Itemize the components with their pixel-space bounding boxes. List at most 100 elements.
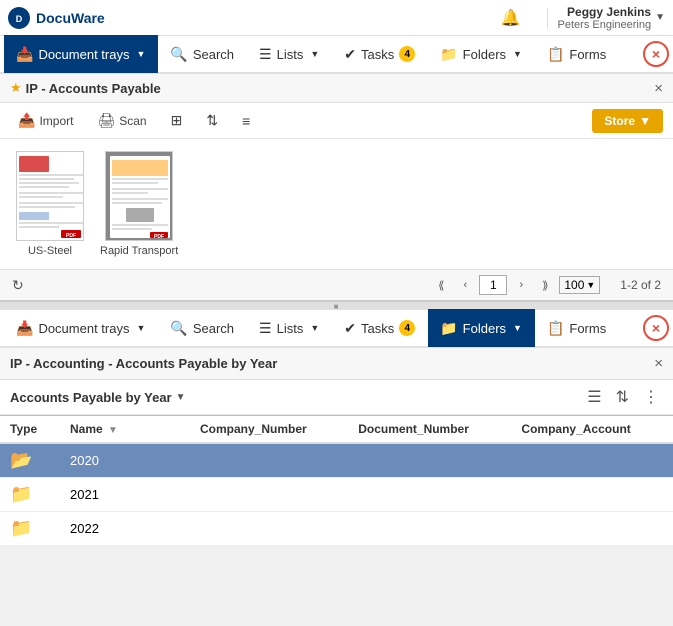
folder-table: Type Name ▼ Company_Number Document_Numb… (0, 416, 673, 546)
nav-item-doc-trays-2[interactable]: 📥 Document trays ▼ (4, 309, 158, 347)
nav-label-folders: Folders (463, 47, 506, 62)
nav-item-tasks[interactable]: ✔ Tasks 4 (332, 35, 428, 73)
col-header-name[interactable]: Name ▼ (60, 416, 190, 443)
list-view-button[interactable]: ☰ (583, 385, 605, 409)
page-count: 1-2 of 2 (620, 278, 661, 292)
doc-trays-2-chevron-icon: ▼ (136, 323, 145, 333)
import-icon: 📤 (18, 112, 35, 129)
folders-2-chevron-icon: ▼ (513, 323, 522, 333)
table-row[interactable]: 📁 2021 (0, 478, 673, 512)
grid-icon: ⊞ (171, 112, 183, 129)
nav-item-forms-2[interactable]: 📋 Forms (535, 309, 619, 347)
row-type-2022: 📁 (0, 512, 60, 546)
forms-2-icon: 📋 (547, 320, 564, 337)
pagination-nav: ⟪ ‹ 1 › ⟫ 100 ▼ (431, 275, 600, 295)
folder-open-icon: 📂 (10, 450, 32, 470)
nav-label-lists-2: Lists (277, 321, 304, 336)
nav-bar-2-close-button[interactable]: × (643, 315, 669, 341)
doc-trays-2-icon: 📥 (16, 320, 33, 337)
panel-1-toolbar: 📤 Import 🖨 Scan ⊞ ⇅ ≡ Store ▼ (0, 103, 673, 139)
tasks-2-icon: ✔ (344, 320, 356, 337)
nav-item-forms[interactable]: 📋 Forms (535, 35, 619, 73)
current-page-input[interactable]: 1 (479, 275, 507, 295)
nav-label-tasks: Tasks (361, 47, 394, 62)
nav-label-tasks-2: Tasks (361, 321, 394, 336)
table-row[interactable]: 📂 2020 (0, 443, 673, 478)
nav-item-folders[interactable]: 📁 Folders ▼ (428, 35, 535, 73)
per-page-selector[interactable]: 100 ▼ (559, 276, 600, 294)
star-icon: ★ (10, 80, 22, 96)
row-company-number-2020 (190, 443, 348, 478)
user-info[interactable]: Peggy Jenkins Peters Engineering (558, 5, 652, 31)
nav-item-tasks-2[interactable]: ✔ Tasks 4 (332, 309, 428, 347)
nav-item-lists[interactable]: ☰ Lists ▼ (247, 35, 332, 73)
nav-bar-2: 📥 Document trays ▼ 🔍 Search ☰ Lists ▼ ✔ … (0, 310, 673, 348)
nav-item-folders-2[interactable]: 📁 Folders ▼ (428, 309, 535, 347)
row-name-2022: 2022 (60, 512, 190, 546)
prev-page-button[interactable]: ‹ (455, 275, 475, 295)
scan-button[interactable]: 🖨 Scan (89, 108, 154, 133)
row-name-2020: 2020 (60, 443, 190, 478)
nav-item-search[interactable]: 🔍 Search (158, 35, 247, 73)
tasks-badge: 4 (399, 46, 415, 62)
grid-view-button[interactable]: ⊞ (163, 108, 191, 133)
folder-closed-icon: 📁 (10, 518, 32, 538)
panel-1-close-button[interactable]: × (654, 81, 663, 96)
nav-item-lists-2[interactable]: ☰ Lists ▼ (247, 309, 332, 347)
row-company-account-2020 (511, 443, 673, 478)
row-company-account-2022 (511, 512, 673, 546)
more-options-button[interactable]: ⋮ (639, 385, 663, 409)
svg-text:PDF: PDF (66, 233, 76, 239)
nav-label-doc-trays-2: Document trays (38, 321, 129, 336)
nav-bar-1: 📥 Document trays ▼ 🔍 Search ☰ Lists ▼ ✔ … (0, 36, 673, 74)
list-view-icon: ☰ (587, 389, 601, 406)
lists-chevron-icon: ▼ (310, 49, 319, 59)
lists-2-icon: ☰ (259, 320, 272, 337)
table-row[interactable]: 📁 2022 (0, 512, 673, 546)
folder-closed-icon: 📁 (10, 484, 32, 504)
sort-button[interactable]: ⇅ (198, 108, 226, 133)
nav-item-doc-trays[interactable]: 📥 Document trays ▼ (4, 35, 158, 73)
nav-label-search-2: Search (193, 321, 234, 336)
forms-icon: 📋 (547, 46, 564, 63)
sort-columns-icon: ⇅ (616, 389, 629, 406)
logo-text: DocuWare (36, 10, 105, 26)
doc-trays-icon: 📥 (16, 46, 33, 63)
row-company-number-2022 (190, 512, 348, 546)
notifications-bell-icon[interactable]: 🔔 (501, 8, 521, 28)
panel-1-header: ★ IP - Accounts Payable × (0, 74, 673, 103)
user-company: Peters Engineering (558, 19, 652, 31)
nav-label-lists: Lists (277, 47, 304, 62)
first-page-button[interactable]: ⟪ (431, 275, 451, 295)
folder-selector-label: Accounts Payable by Year (10, 390, 172, 405)
folders-chevron-icon: ▼ (513, 49, 522, 59)
doc-thumb-rapid-transport[interactable]: PDF Rapid Transport (100, 151, 178, 257)
scan-label: Scan (119, 114, 146, 128)
search-2-nav-icon: 🔍 (170, 320, 187, 337)
doc-thumb-us-steel[interactable]: PDF US-Steel (16, 151, 84, 257)
docuware-logo-icon: D (8, 7, 30, 29)
last-page-button[interactable]: ⟫ (535, 275, 555, 295)
search-nav-icon: 🔍 (170, 46, 187, 63)
next-page-button[interactable]: › (511, 275, 531, 295)
user-menu-chevron-icon[interactable]: ▼ (655, 12, 665, 23)
row-name-2021: 2021 (60, 478, 190, 512)
lists-2-chevron-icon: ▼ (310, 323, 319, 333)
stack-icon: ≡ (242, 113, 250, 129)
per-page-value: 100 (564, 278, 584, 292)
col-header-company-number: Company_Number (190, 416, 348, 443)
stack-button[interactable]: ≡ (234, 109, 258, 133)
refresh-icon[interactable]: ↻ (12, 277, 24, 294)
sort-columns-button[interactable]: ⇅ (612, 385, 633, 409)
nav-item-search-2[interactable]: 🔍 Search (158, 309, 247, 347)
store-button[interactable]: Store ▼ (592, 109, 663, 133)
folder-selector-dropdown[interactable]: Accounts Payable by Year ▼ (10, 390, 186, 405)
per-page-chevron-icon: ▼ (586, 280, 595, 290)
panel-2-close-button[interactable]: × (654, 355, 663, 372)
nav-bar-1-close-button[interactable]: × (643, 41, 669, 67)
folders-2-icon: 📁 (440, 320, 457, 337)
name-sort-icon: ▼ (108, 425, 118, 436)
import-button[interactable]: 📤 Import (10, 108, 81, 133)
nav-label-search: Search (193, 47, 234, 62)
nav-label-forms: Forms (569, 47, 606, 62)
